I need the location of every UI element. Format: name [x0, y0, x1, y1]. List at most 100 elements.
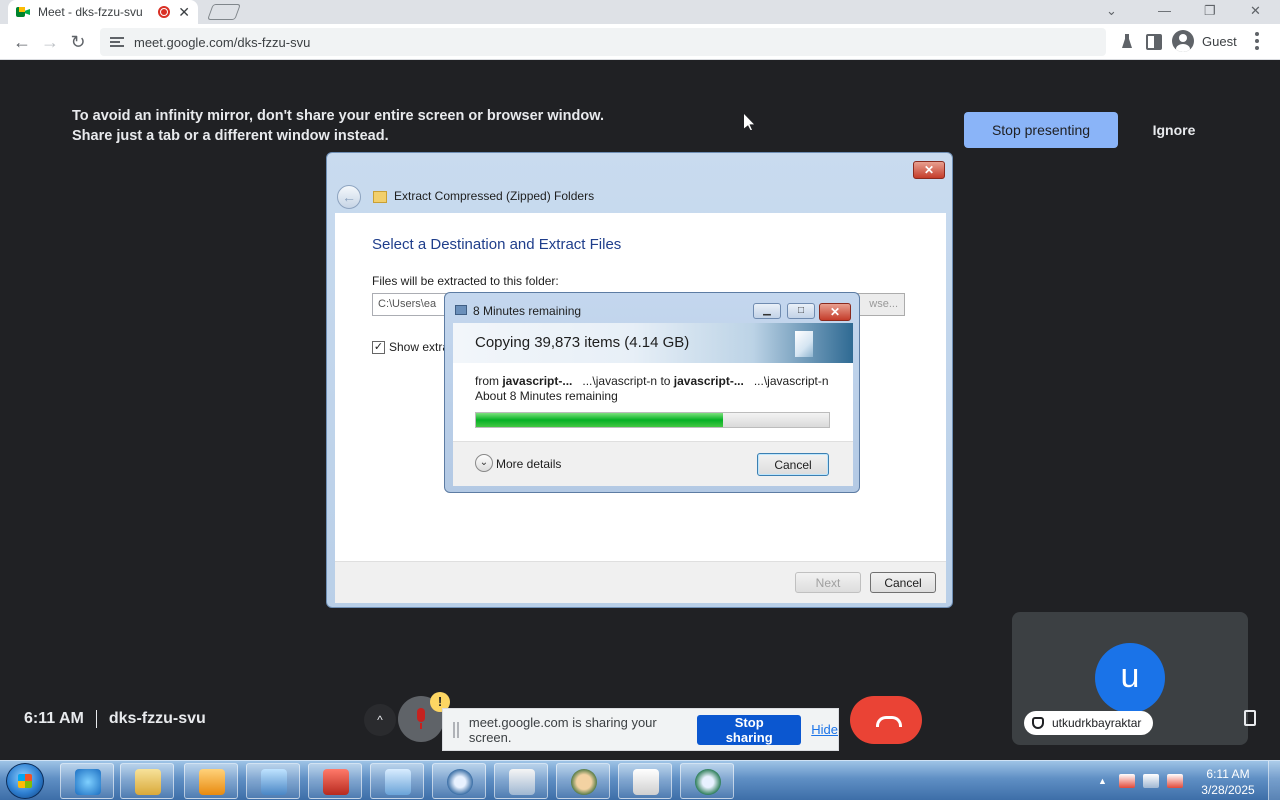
from-prefix: from — [475, 374, 499, 388]
copy-content: Copying 39,873 items (4.14 GB) from java… — [453, 323, 853, 486]
extract-heading: Select a Destination and Extract Files — [372, 236, 622, 253]
restore-window-icon[interactable]: ❐ — [1204, 3, 1216, 19]
copy-cancel-button[interactable]: Cancel — [757, 453, 829, 476]
taskbar-control-panel[interactable] — [370, 763, 424, 799]
toolbox-icon — [323, 769, 349, 795]
volume-muted-icon[interactable] — [1166, 774, 1183, 788]
participant-name-chip: utkudrkbayraktar — [1024, 711, 1154, 735]
address-bar[interactable]: meet.google.com/dks-fzzu-svu — [100, 28, 1106, 56]
show-extracted-label: Show extra — [389, 340, 450, 354]
user-app-icon — [571, 769, 597, 795]
copy-animation-icon — [795, 331, 813, 357]
clock-date: 3/28/2025 — [1201, 783, 1255, 797]
sharing-status-text: meet.google.com is sharing your screen. — [468, 714, 657, 745]
taskbar-chrome-2[interactable] — [680, 763, 734, 799]
computer-icon — [261, 769, 287, 795]
network-icon[interactable] — [1142, 774, 1159, 788]
side-panel-icon[interactable] — [1146, 34, 1162, 50]
activities-icon[interactable] — [1244, 710, 1256, 726]
meeting-info: 6:11 AM dks-fzzu-svu — [24, 710, 206, 728]
extract-footer: Next Cancel — [335, 561, 946, 603]
taskbar-user-app[interactable] — [556, 763, 610, 799]
notepad-icon — [633, 769, 659, 795]
windows-taskbar: ▲ 6:11 AM 3/28/2025 — [0, 760, 1280, 800]
chevron-down-icon[interactable]: ⌄ — [475, 454, 493, 472]
taskbar-copy[interactable] — [494, 763, 548, 799]
menu-kebab-icon[interactable] — [1252, 32, 1262, 52]
media-player-icon — [199, 769, 225, 795]
dest-name[interactable]: javascript-... — [674, 374, 744, 388]
hand-raise-icon — [1032, 717, 1044, 729]
labs-icon[interactable] — [1118, 32, 1138, 52]
folder-icon — [135, 769, 161, 795]
profile-button[interactable]: Guest — [1172, 30, 1237, 52]
stop-presenting-button[interactable]: Stop presenting — [964, 112, 1118, 148]
copy-progress-dialog: 8 Minutes remaining ▁ □ ✕ Copying 39,873… — [444, 292, 860, 493]
stop-sharing-button[interactable]: Stop sharing — [697, 714, 802, 745]
start-button-icon[interactable] — [6, 763, 44, 799]
more-details-link[interactable]: More details — [496, 457, 561, 471]
close-window-icon[interactable]: ✕ — [1250, 3, 1261, 19]
meeting-time: 6:11 AM — [24, 710, 84, 727]
site-settings-icon[interactable] — [110, 36, 124, 48]
mic-stand — [420, 723, 422, 729]
copy-window-icon — [455, 305, 467, 315]
dest-path: ...\javascript-n — [753, 374, 829, 388]
destination-label: Files will be extracted to this folder: — [372, 274, 559, 288]
taskbar-chrome-1[interactable] — [432, 763, 486, 799]
source-name[interactable]: javascript-... — [502, 374, 572, 388]
profile-label: Guest — [1202, 33, 1237, 49]
meeting-code: dks-fzzu-svu — [108, 710, 206, 727]
tab-meet[interactable]: Meet - dks-fzzu-svu ✕ — [8, 0, 198, 24]
copy-footer: ⌄ More details Cancel — [453, 441, 853, 486]
copy-close-button[interactable]: ✕ — [819, 303, 851, 321]
taskbar-computer[interactable] — [246, 763, 300, 799]
tab-close-icon[interactable]: ✕ — [178, 4, 190, 21]
copy-minimize-button[interactable]: ▁ — [753, 303, 781, 319]
taskbar-media[interactable] — [184, 763, 238, 799]
extract-dialog-title: Extract Compressed (Zipped) Folders — [394, 189, 595, 203]
hide-link[interactable]: Hide — [811, 722, 838, 737]
show-extracted-checkbox[interactable]: ✓ — [372, 341, 385, 354]
back-arrow-icon[interactable]: ← — [337, 185, 361, 209]
more-audio-options-icon[interactable]: ^ — [364, 704, 396, 736]
infinity-mirror-warning: To avoid an infinity mirror, don't share… — [72, 108, 604, 144]
show-desktop-button[interactable] — [1268, 761, 1280, 800]
taskbar-ie[interactable] — [60, 763, 114, 799]
extract-cancel-button[interactable]: Cancel — [870, 572, 936, 593]
taskbar-clock[interactable]: 6:11 AM 3/28/2025 — [1196, 766, 1260, 798]
drag-handle-icon[interactable] — [453, 721, 459, 738]
recording-icon — [158, 6, 171, 18]
minimize-window-icon[interactable]: — — [1158, 3, 1171, 18]
copy-header: Copying 39,873 items (4.14 GB) — [453, 323, 853, 363]
guest-avatar-icon — [1172, 30, 1194, 52]
source-path: ...\javascript-n — [582, 374, 658, 388]
reload-icon[interactable]: ↻ — [66, 30, 90, 54]
end-call-button[interactable] — [850, 696, 922, 744]
browse-button[interactable]: wse... — [857, 293, 905, 316]
participant-tile[interactable]: u utkudrkbayraktar — [1012, 612, 1248, 745]
mic-icon — [417, 708, 425, 722]
extract-close-button[interactable]: ✕ — [913, 161, 945, 179]
internet-explorer-icon — [75, 769, 101, 795]
new-tab-button[interactable] — [207, 4, 241, 20]
taskbar-notepad[interactable] — [618, 763, 672, 799]
forward-icon[interactable]: → — [38, 30, 62, 54]
tab-title: Meet - dks-fzzu-svu — [38, 5, 143, 19]
to-word: to — [660, 374, 671, 388]
ignore-button[interactable]: Ignore — [1136, 112, 1212, 148]
copy-progress-bar — [475, 412, 830, 428]
browser-toolbar: ← → ↻ meet.google.com/dks-fzzu-svu Guest — [0, 24, 1280, 60]
copy-restore-button[interactable]: □ — [787, 303, 815, 319]
back-icon[interactable]: ← — [10, 30, 34, 54]
separator — [95, 710, 97, 728]
next-button[interactable]: Next — [795, 572, 861, 593]
progress-fill — [476, 413, 724, 427]
url-text: meet.google.com/dks-fzzu-svu — [134, 34, 311, 50]
taskbar-explorer[interactable] — [120, 763, 174, 799]
tab-search-icon[interactable]: ⌄ — [1106, 3, 1117, 19]
tray-expand-icon[interactable]: ▲ — [1098, 776, 1107, 786]
meet-favicon-icon — [16, 6, 30, 18]
taskbar-toolbox[interactable] — [308, 763, 362, 799]
action-center-icon[interactable] — [1118, 774, 1135, 788]
